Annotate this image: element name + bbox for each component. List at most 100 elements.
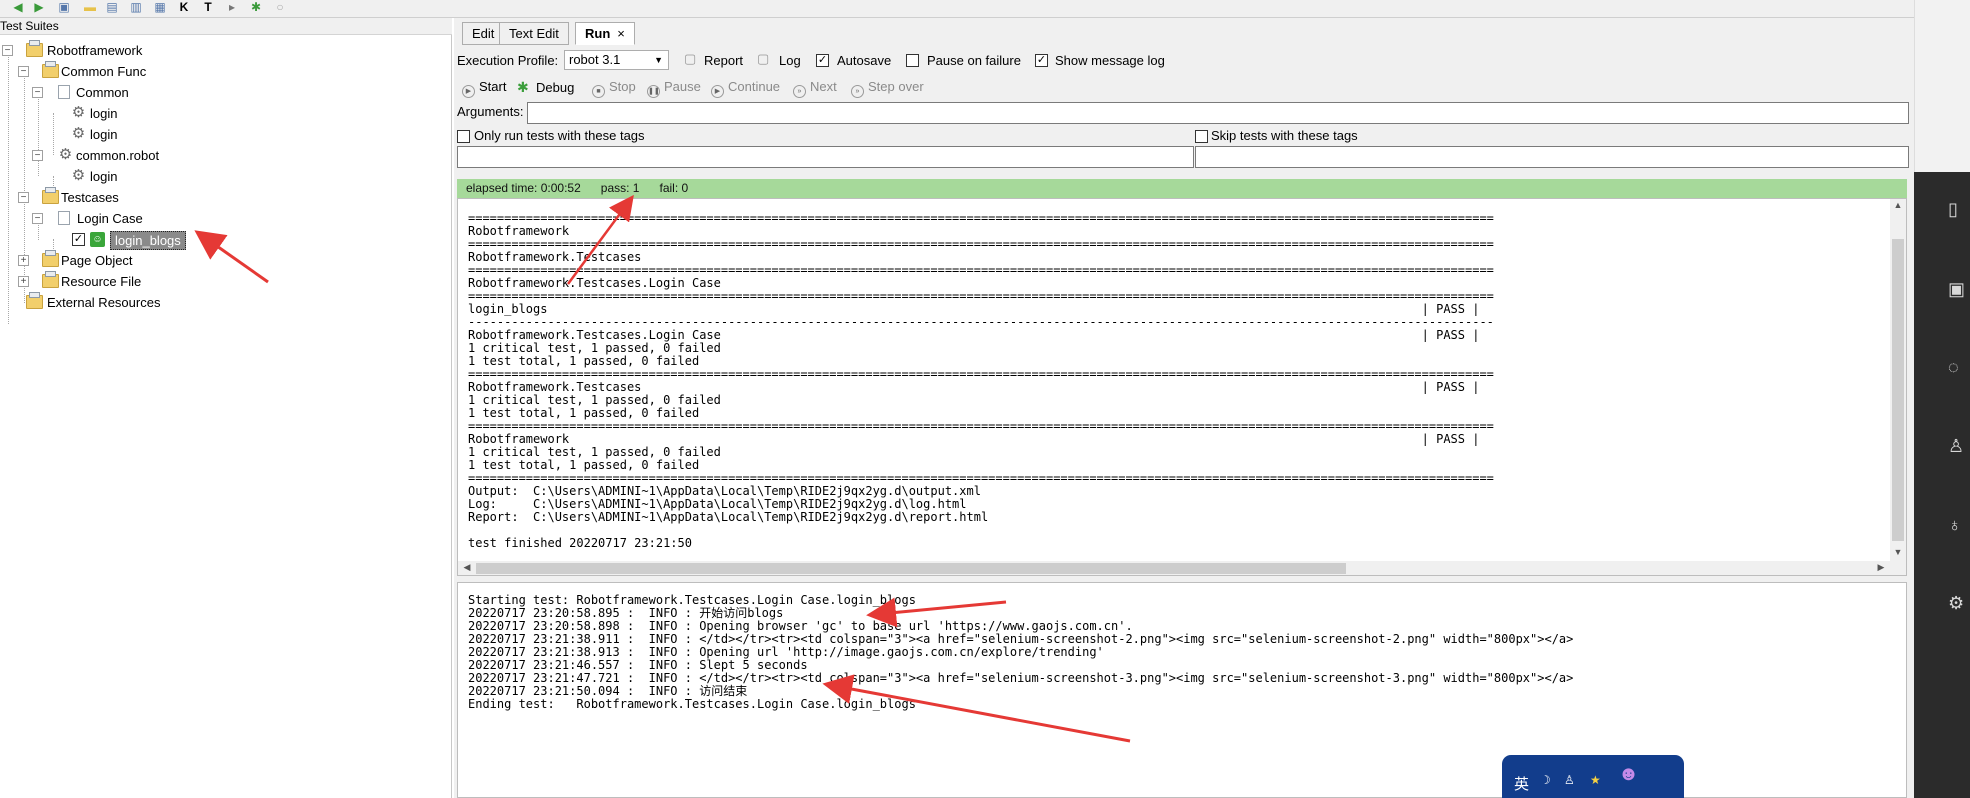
scroll-thumb[interactable] xyxy=(476,563,1346,574)
close-tab-icon[interactable]: × xyxy=(617,26,625,41)
tree-node-label: Common Func xyxy=(61,64,147,79)
tree-node-login-blogs[interactable]: ✓ ☺ login_blogs xyxy=(72,229,222,250)
log-file-icon: ▢ xyxy=(757,51,770,66)
pause-button[interactable]: ❚❚ Pause xyxy=(647,79,701,98)
settings-icon[interactable]: ⚙ xyxy=(1948,592,1970,614)
tree-node-label-selected: login_blogs xyxy=(110,231,186,250)
new-file-icon[interactable]: ▥ xyxy=(128,0,144,14)
debug-bug-icon: ✱ xyxy=(517,79,529,95)
scroll-right-icon[interactable]: ▶ xyxy=(1874,562,1888,573)
chevron-down-icon: ▼ xyxy=(654,55,663,65)
show-message-log-label: Show message log xyxy=(1055,53,1165,68)
play-icon[interactable]: ▸ xyxy=(224,0,240,14)
next-button[interactable]: » Next xyxy=(793,79,837,98)
user-icon[interactable]: ♁ xyxy=(1948,514,1970,536)
dock-top-strip xyxy=(1914,0,1970,172)
report-option[interactable]: Report xyxy=(704,53,743,68)
open-folder-icon[interactable]: ▬ xyxy=(82,0,98,14)
output-vertical-scrollbar[interactable]: ▲ ▼ xyxy=(1890,199,1906,561)
skip-tags-input[interactable] xyxy=(1195,146,1909,168)
ime-floating-widget[interactable]: 英 ☽ ♙ ★ ☻ xyxy=(1502,755,1684,798)
only-run-tags-checkbox[interactable] xyxy=(457,130,470,143)
export-icon[interactable]: ▦ xyxy=(152,0,168,14)
tree-node-label: Robotframework xyxy=(47,43,143,58)
back-arrow-icon[interactable]: ◀ xyxy=(10,0,26,14)
resource-gear-icon: ⚙ xyxy=(58,146,73,163)
arguments-input[interactable] xyxy=(527,102,1909,124)
collapse-toggle[interactable]: − xyxy=(18,192,29,203)
tree-node-external-resources[interactable]: External Resources xyxy=(2,292,222,313)
tree-node-login-keyword[interactable]: ⚙ login xyxy=(70,124,220,145)
step-over-icon: » xyxy=(851,85,864,98)
collapse-toggle[interactable]: − xyxy=(2,45,13,56)
stop-icon[interactable]: ○ xyxy=(272,0,288,14)
run-status-bar: elapsed time: 0:00:52 pass: 1 fail: 0 xyxy=(457,179,1907,198)
output-horizontal-scrollbar[interactable]: ◀ ▶ xyxy=(458,561,1906,575)
test-suites-panel: Test Suites − Robotframework − Common Fu… xyxy=(0,18,452,798)
tab-run[interactable]: Run × xyxy=(575,22,635,45)
step-over-button[interactable]: » Step over xyxy=(851,79,924,98)
chat-icon[interactable]: ◌ xyxy=(1948,356,1970,378)
text-tool-icon[interactable]: T xyxy=(200,0,216,14)
forward-arrow-icon[interactable]: ▶ xyxy=(31,0,47,14)
autosave-checkbox[interactable]: ✓ xyxy=(816,54,829,67)
tree-node-robotframework[interactable]: − Robotframework xyxy=(2,40,202,61)
file-icon xyxy=(58,85,70,99)
collapse-toggle[interactable]: − xyxy=(32,213,43,224)
tree-node-label: login xyxy=(90,127,118,142)
keyword-gear-icon: ⚙ xyxy=(71,104,86,121)
tree-node-common[interactable]: − Common xyxy=(32,82,232,103)
skip-tags-checkbox[interactable] xyxy=(1195,130,1208,143)
continue-button[interactable]: ▶ Continue xyxy=(711,79,780,98)
tree-node-login-keyword[interactable]: ⚙ login xyxy=(70,166,220,187)
tree-node-label: login xyxy=(90,106,118,121)
tree-node-common-func[interactable]: − Common Func xyxy=(18,61,218,82)
collapse-toggle[interactable]: − xyxy=(32,150,43,161)
test-select-checkbox[interactable]: ✓ xyxy=(72,233,85,246)
collapse-toggle[interactable]: − xyxy=(32,87,43,98)
skip-tags-label: Skip tests with these tags xyxy=(1211,128,1358,143)
tree-node-page-object[interactable]: + Page Object xyxy=(18,250,218,271)
tree-node-common-robot[interactable]: − ⚙ common.robot xyxy=(32,145,232,166)
debug-bug-icon[interactable]: ✱ xyxy=(248,0,264,14)
shirt-icon[interactable]: ♙ xyxy=(1948,435,1970,457)
save-all-icon[interactable]: ▤ xyxy=(104,0,120,14)
expand-toggle[interactable]: + xyxy=(18,255,29,266)
scroll-down-icon[interactable]: ▼ xyxy=(1891,547,1905,557)
tree-node-login-case[interactable]: − Login Case xyxy=(32,208,232,229)
stop-icon: ■ xyxy=(592,85,605,98)
stop-button[interactable]: ■ Stop xyxy=(592,79,636,98)
output-console[interactable]: ========================================… xyxy=(457,198,1907,576)
folder-icon xyxy=(42,61,59,78)
continue-icon: ▶ xyxy=(711,85,724,98)
start-button[interactable]: ▶ Start xyxy=(462,79,506,98)
scroll-thumb[interactable] xyxy=(1892,239,1904,541)
elapsed-time: elapsed time: 0:00:52 xyxy=(466,181,581,195)
ime-language-label: 英 xyxy=(1514,776,1530,793)
message-log[interactable]: Starting test: Robotframework.Testcases.… xyxy=(457,582,1907,798)
execution-profile-select[interactable]: robot 3.1 ▼ xyxy=(564,50,669,70)
folder-icon xyxy=(42,250,59,267)
folder-icon xyxy=(26,292,43,309)
scroll-left-icon[interactable]: ◀ xyxy=(460,562,474,573)
save-icon[interactable]: ▣ xyxy=(56,0,72,14)
tree-node-login-keyword[interactable]: ⚙ login xyxy=(70,103,220,124)
pause-on-failure-checkbox[interactable] xyxy=(906,54,919,67)
keyword-search-icon[interactable]: K xyxy=(176,0,192,14)
log-option[interactable]: Log xyxy=(779,53,801,68)
moon-icon: ☽ xyxy=(1540,773,1551,787)
show-message-log-checkbox[interactable]: ✓ xyxy=(1035,54,1048,67)
tab-text-edit[interactable]: Text Edit xyxy=(499,22,569,45)
keyword-gear-icon: ⚙ xyxy=(71,125,86,142)
tree-node-resource-file[interactable]: + Resource File xyxy=(18,271,218,292)
book-icon[interactable]: ▯ xyxy=(1948,198,1970,220)
image-icon[interactable]: ▣ xyxy=(1948,278,1970,300)
only-run-tags-input[interactable] xyxy=(457,146,1194,168)
expand-toggle[interactable]: + xyxy=(18,276,29,287)
scroll-up-icon[interactable]: ▲ xyxy=(1891,200,1905,210)
tree-node-label: common.robot xyxy=(76,148,160,163)
debug-button[interactable]: ✱ Debug xyxy=(517,79,574,96)
collapse-toggle[interactable]: − xyxy=(18,66,29,77)
tree-node-testcases[interactable]: − Testcases xyxy=(18,187,218,208)
shirt-icon: ♙ xyxy=(1564,773,1575,787)
